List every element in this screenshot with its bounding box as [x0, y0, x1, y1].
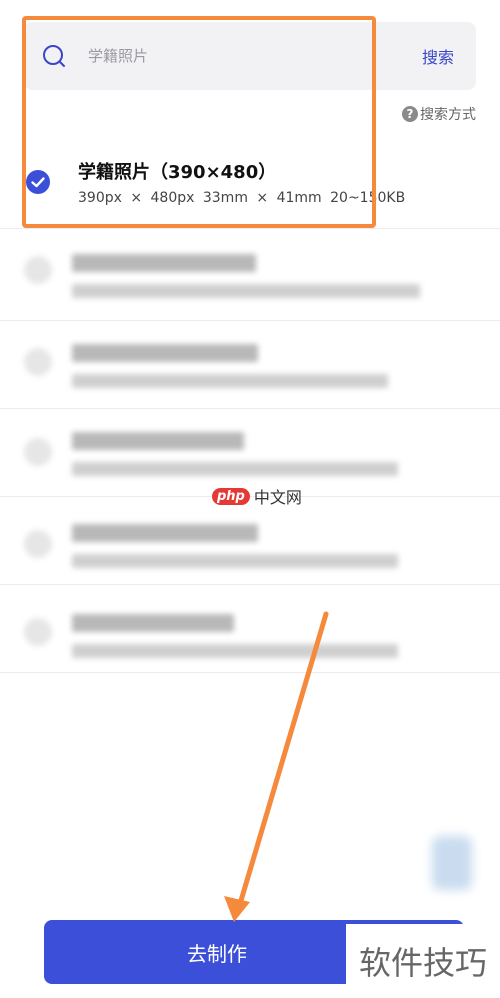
radio-icon — [24, 618, 52, 646]
radio-icon — [24, 256, 52, 284]
size-option[interactable] — [0, 320, 500, 409]
search-bar: 搜索 — [24, 22, 476, 90]
radio-icon — [24, 348, 52, 376]
search-button[interactable]: 搜索 — [422, 42, 454, 70]
site-watermark: php 中文网 — [212, 484, 302, 508]
radio-icon — [24, 530, 52, 558]
size-option[interactable] — [0, 584, 500, 673]
watermark-logo: php — [212, 487, 250, 505]
option-spec: 390px × 480px 33mm × 41mm 20~150KB — [78, 190, 406, 206]
size-option[interactable] — [0, 232, 500, 321]
radio-icon — [24, 438, 52, 466]
search-mode-link[interactable]: ? 搜索方式 — [402, 104, 476, 124]
corner-watermark: 软件技巧 — [346, 924, 500, 998]
floating-widget[interactable] — [432, 836, 472, 890]
watermark-text: 中文网 — [253, 488, 302, 507]
option-title: 学籍照片（390×480） — [78, 162, 277, 183]
help-icon: ? — [402, 106, 418, 122]
checkmark-icon — [26, 170, 50, 194]
size-option-selected[interactable] — [0, 140, 500, 229]
search-icon — [43, 45, 65, 67]
search-mode-label: 搜索方式 — [420, 107, 476, 123]
search-input[interactable] — [88, 42, 348, 70]
size-option[interactable] — [0, 496, 500, 585]
